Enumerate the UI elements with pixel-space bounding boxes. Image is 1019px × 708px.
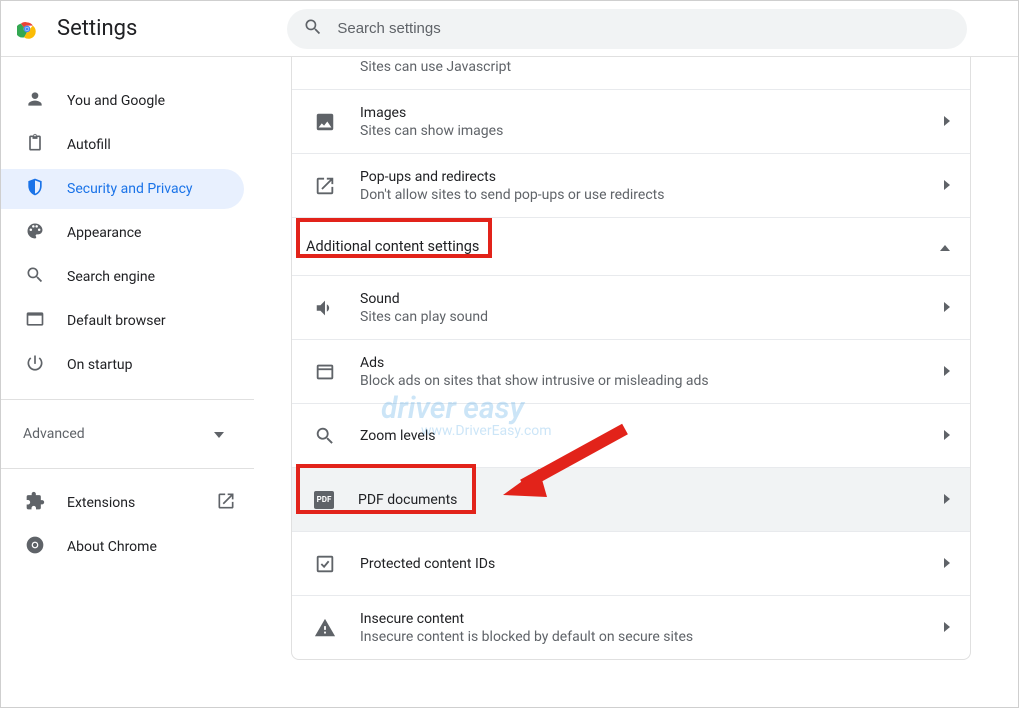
chrome-logo-icon [17, 19, 37, 39]
content-row-ads[interactable]: Ads Block ads on sites that show intrusi… [292, 339, 970, 403]
section-header-label: Additional content settings [306, 238, 479, 255]
person-icon [25, 89, 45, 113]
divider [1, 399, 254, 400]
sidebar-item-appearance[interactable]: Appearance [1, 213, 244, 253]
clipboard-icon [25, 133, 45, 157]
row-title: Images [360, 105, 920, 121]
chevron-right-icon [944, 365, 950, 379]
page-title: Settings [57, 16, 137, 41]
chevron-right-icon [944, 493, 950, 507]
content-row-popups[interactable]: Pop-ups and redirects Don't allow sites … [292, 153, 970, 217]
extension-icon [25, 491, 45, 515]
row-subtitle: Sites can play sound [360, 309, 920, 325]
chevron-right-icon [944, 429, 950, 443]
chevron-right-icon [944, 301, 950, 315]
row-title: Protected content IDs [360, 556, 920, 572]
sidebar-item-extensions[interactable]: Extensions [1, 483, 244, 523]
sidebar-label: Appearance [67, 225, 141, 241]
sidebar-label: You and Google [67, 93, 165, 109]
divider [1, 468, 254, 469]
row-title: Insecure content [360, 611, 920, 627]
header: Settings [1, 1, 1018, 57]
content-row-pdf[interactable]: PDF PDF documents [292, 467, 970, 531]
row-title: Zoom levels [360, 428, 920, 444]
chevron-up-icon [940, 238, 950, 255]
row-title: Ads [360, 355, 920, 371]
content-panel: Sites can use Javascript Images Sites ca… [291, 57, 971, 660]
sidebar-label: About Chrome [67, 539, 157, 555]
advanced-label: Advanced [23, 426, 85, 442]
pdf-icon: PDF [314, 491, 334, 509]
row-title: PDF documents [358, 492, 920, 508]
warning-icon [314, 617, 336, 639]
sidebar-label: Security and Privacy [67, 181, 193, 197]
row-subtitle: Insecure content is blocked by default o… [360, 629, 920, 645]
zoom-icon [314, 425, 336, 447]
sidebar-label: On startup [67, 357, 133, 373]
search-input[interactable] [337, 20, 951, 37]
section-header-additional[interactable]: Additional content settings [292, 217, 970, 275]
content-row-javascript[interactable]: Sites can use Javascript [292, 57, 970, 89]
volume-icon [314, 297, 336, 319]
row-subtitle: Block ads on sites that show intrusive o… [360, 373, 920, 389]
launch-icon [216, 491, 236, 515]
row-title: Sound [360, 291, 920, 307]
chevron-right-icon [944, 115, 950, 129]
main-content: Sites can use Javascript Images Sites ca… [255, 57, 1018, 707]
content-row-sound[interactable]: Sound Sites can play sound [292, 275, 970, 339]
content-row-insecure[interactable]: Insecure content Insecure content is blo… [292, 595, 970, 659]
chevron-right-icon [944, 621, 950, 635]
row-title: Pop-ups and redirects [360, 169, 920, 185]
checkbox-icon [314, 553, 336, 575]
sidebar-advanced[interactable]: Advanced [1, 414, 254, 454]
sidebar-label: Autofill [67, 137, 111, 153]
palette-icon [25, 221, 45, 245]
sidebar-item-security-privacy[interactable]: Security and Privacy [1, 169, 244, 209]
search-icon [25, 265, 45, 289]
sidebar-item-search-engine[interactable]: Search engine [1, 257, 244, 297]
sidebar-item-you-and-google[interactable]: You and Google [1, 81, 244, 121]
sidebar-label: Search engine [67, 269, 155, 285]
chevron-down-icon [214, 426, 224, 442]
sidebar-item-on-startup[interactable]: On startup [1, 345, 244, 385]
row-subtitle: Sites can use Javascript [360, 59, 950, 75]
browser-icon [25, 309, 45, 333]
sidebar: You and Google Autofill Security and Pri… [1, 57, 255, 707]
power-icon [25, 353, 45, 377]
sidebar-label: Default browser [67, 313, 166, 329]
chrome-icon [25, 535, 45, 559]
launch-icon [314, 175, 336, 197]
search-icon [303, 17, 323, 41]
search-container[interactable] [287, 9, 967, 49]
content-row-protected[interactable]: Protected content IDs [292, 531, 970, 595]
row-subtitle: Sites can show images [360, 123, 920, 139]
sidebar-item-about-chrome[interactable]: About Chrome [1, 527, 244, 567]
row-subtitle: Don't allow sites to send pop-ups or use… [360, 187, 920, 203]
chevron-right-icon [944, 179, 950, 193]
image-icon [314, 111, 336, 133]
sidebar-item-default-browser[interactable]: Default browser [1, 301, 244, 341]
content-row-zoom[interactable]: Zoom levels [292, 403, 970, 467]
chevron-right-icon [944, 557, 950, 571]
shield-icon [25, 177, 45, 201]
window-icon [314, 361, 336, 383]
content-row-images[interactable]: Images Sites can show images [292, 89, 970, 153]
sidebar-label: Extensions [67, 495, 135, 511]
sidebar-item-autofill[interactable]: Autofill [1, 125, 244, 165]
